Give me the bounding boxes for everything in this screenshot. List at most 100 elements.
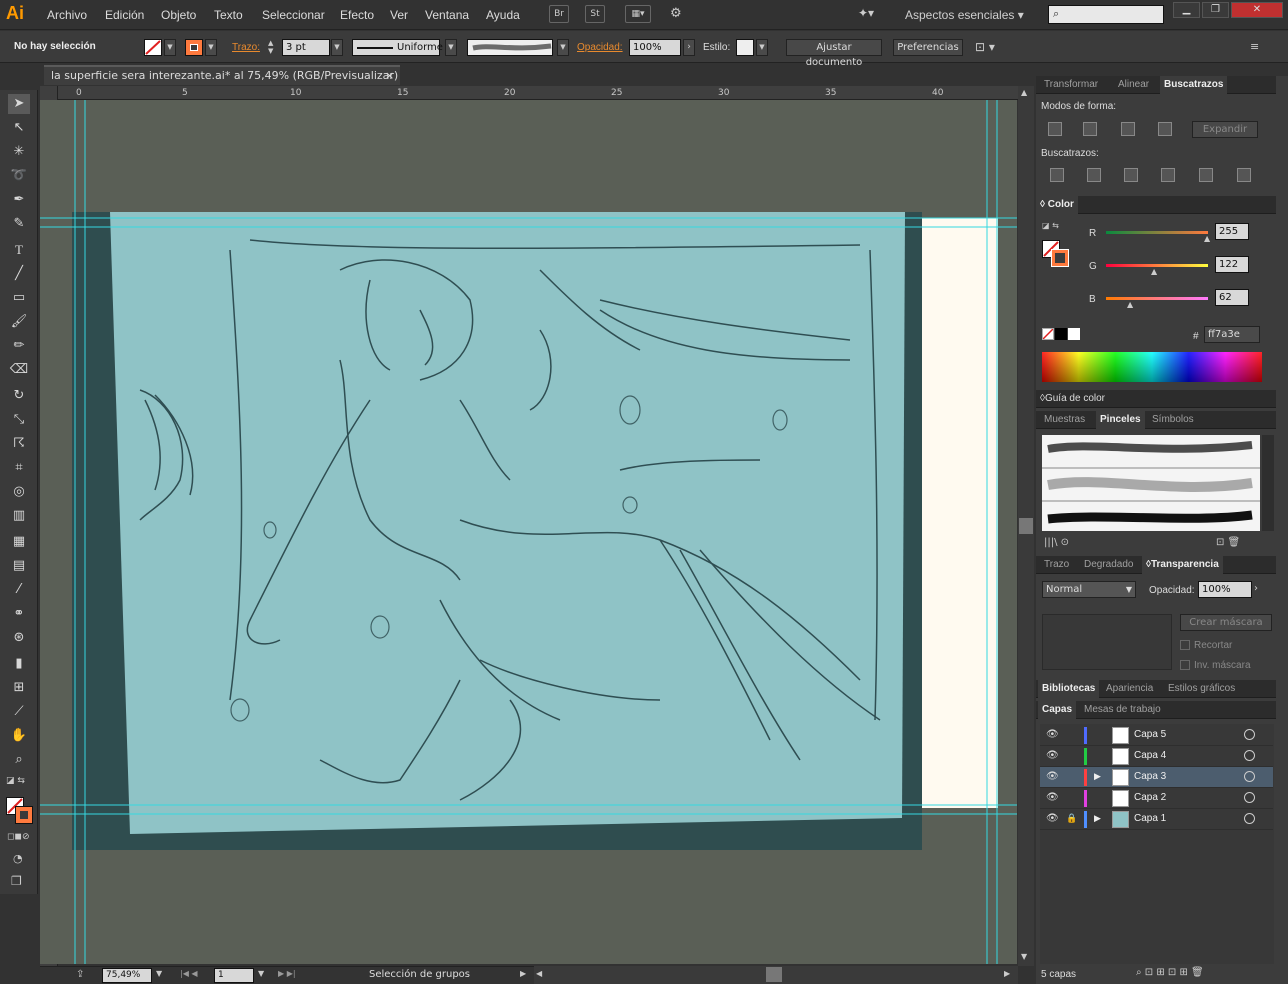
layer-actions-icons[interactable]: ⌕ ⊡ ⊞ ⊡ ⊞ 🗑 [1136,967,1204,978]
toolbar-stroke-swatch[interactable] [15,806,33,824]
screen-mode-icon[interactable]: ❐ [11,874,22,888]
paintbrush-tool-icon[interactable]: 🖌 [8,312,30,332]
close-tab-icon[interactable]: × [385,67,394,84]
opacity-label[interactable]: Opacidad: [577,42,623,53]
new-brush-icon[interactable]: ⊡ 🗑 [1216,537,1240,548]
eyedropper-tool-icon[interactable]: ⁄ [8,580,30,600]
opacity-arrow[interactable]: › [683,39,695,56]
draw-mode-icon[interactable]: ◔ [13,852,23,865]
zoom-dropdown-icon[interactable]: ▼ [156,969,162,978]
scroll-right-icon[interactable]: ▶ [1004,969,1010,978]
fit-document-button[interactable]: Ajustar documento [786,39,882,68]
sync-icon[interactable]: ✦▾ [858,6,874,20]
layer-name[interactable]: Capa 5 [1134,729,1166,740]
layer-row[interactable]: 👁 🔒 ▶ Capa 1 [1040,809,1273,830]
style-dropdown[interactable]: ▼ [756,39,768,56]
invert-mask-checkbox[interactable] [1180,660,1190,670]
layer-row[interactable]: 👁 ▶ Capa 3 [1040,767,1273,788]
menu-ventana[interactable]: Ventana [425,8,469,22]
maximize-button[interactable]: ❐ [1202,2,1229,18]
layer-name[interactable]: Capa 1 [1134,813,1166,824]
g-field[interactable]: 122 [1215,256,1249,273]
artboard-canvas[interactable] [40,100,1017,964]
expand-layer-icon[interactable]: ▶ [1094,771,1101,782]
tab-libraries[interactable]: Bibliotecas [1038,680,1100,698]
artboard-dropdown-icon[interactable]: ▼ [258,969,264,978]
menu-efecto[interactable]: Efecto [340,8,374,22]
symbol-sprayer-tool-icon[interactable]: ⊛ [8,628,30,648]
warp-tool-icon[interactable]: ☈ [8,434,30,454]
vertical-scroll-thumb[interactable] [1019,518,1033,534]
variable-width-profile[interactable]: Uniforme [352,39,443,56]
tab-swatches[interactable]: Muestras [1040,411,1089,429]
exclude-icon[interactable] [1158,122,1172,136]
stock-icon[interactable]: St [585,5,605,23]
expand-button[interactable]: Expandir [1192,121,1258,138]
intersect-icon[interactable] [1121,122,1135,136]
mesh-tool-icon[interactable]: ▦ [8,532,30,552]
vertical-scrollbar[interactable]: ▲ ▼ [1018,86,1034,966]
type-tool-icon[interactable]: T [8,240,30,260]
tab-graphic-styles[interactable]: Estilos gráficos [1164,680,1239,698]
layer-target-icon[interactable] [1244,813,1255,824]
zoom-field[interactable]: 75,49% [102,968,152,983]
first-artboard-icon[interactable]: |◀ ◀ [180,969,198,978]
minimize-button[interactable]: ▁ [1173,2,1200,18]
visibility-eye-icon[interactable]: 👁 [1046,813,1059,825]
direct-selection-tool-icon[interactable]: ↖ [8,118,30,138]
menu-ayuda[interactable]: Ayuda [486,8,520,22]
graph-tool-icon[interactable]: ▥ [8,506,30,526]
column-graph-tool-icon[interactable]: ▮ [8,654,30,674]
horizontal-scrollbar[interactable]: ◀ ▶ [534,966,1018,984]
layer-target-icon[interactable] [1244,792,1255,803]
hex-field[interactable]: ff7a3e [1204,326,1260,343]
next-artboard-icon[interactable]: ▶ ▶| [278,969,296,978]
opacity-field[interactable]: 100% [629,39,681,56]
arrange-documents-icon[interactable]: ▦▾ [625,5,651,23]
tab-artboards[interactable]: Mesas de trabajo [1080,701,1165,719]
stroke-swatch[interactable] [185,39,203,56]
clip-checkbox[interactable] [1180,640,1190,650]
minus-front-icon[interactable] [1083,122,1097,136]
panel-menu-icon[interactable]: ≡ [1250,40,1259,53]
preferences-button[interactable]: Preferencias [893,39,963,56]
g-slider-thumb[interactable]: ▲ [1151,267,1157,276]
tab-color-guide[interactable]: ◊Guía de color [1036,390,1109,408]
crop-icon[interactable] [1161,168,1175,182]
menu-seleccionar[interactable]: Seleccionar [262,8,325,22]
bridge-icon[interactable]: Br [549,5,569,23]
tab-appearance[interactable]: Apariencia [1102,680,1157,698]
layer-target-icon[interactable] [1244,771,1255,782]
scroll-down-icon[interactable]: ▼ [1021,952,1027,961]
opacity-arrow-icon[interactable]: › [1254,583,1258,594]
unite-icon[interactable] [1048,122,1062,136]
profile-dropdown[interactable]: ▼ [445,39,457,56]
tab-layers[interactable]: Capas [1038,701,1077,719]
brush-library-icon[interactable]: |||\ ⊙ [1044,537,1069,548]
tab-color[interactable]: ◊ Color [1036,196,1078,214]
layer-row[interactable]: 👁 Capa 4 [1040,746,1273,767]
tab-gradient[interactable]: Degradado [1080,556,1137,574]
magic-wand-tool-icon[interactable]: ✳ [8,142,30,162]
gradient-tool-icon[interactable]: ▤ [8,556,30,576]
scale-tool-icon[interactable]: ⤡ [8,410,30,430]
outline-icon[interactable] [1199,168,1213,182]
r-slider-thumb[interactable]: ▲ [1204,234,1210,243]
divide-icon[interactable] [1050,168,1064,182]
make-mask-button[interactable]: Crear máscara [1180,614,1272,631]
white-color-icon[interactable] [1068,328,1080,340]
workspace-switcher[interactable]: Aspectos esenciales ▾ [905,8,1024,22]
color-stroke-swatch[interactable] [1051,249,1069,267]
brush-list[interactable] [1042,435,1260,531]
fill-swatch[interactable] [144,39,162,56]
blend-tool-icon[interactable]: ⚭ [8,604,30,624]
layer-name[interactable]: Capa 4 [1134,750,1166,761]
selection-tool-icon[interactable]: ➤ [8,94,30,114]
r-field[interactable]: 255 [1215,223,1249,240]
black-color-icon[interactable] [1055,328,1067,340]
search-input[interactable]: ⌕ [1048,5,1164,24]
minus-back-icon[interactable] [1237,168,1251,182]
isolate-icon[interactable]: ⊡ ▾ [975,40,995,54]
tab-symbols[interactable]: Símbolos [1148,411,1198,429]
lasso-tool-icon[interactable]: ➰ [8,166,30,186]
